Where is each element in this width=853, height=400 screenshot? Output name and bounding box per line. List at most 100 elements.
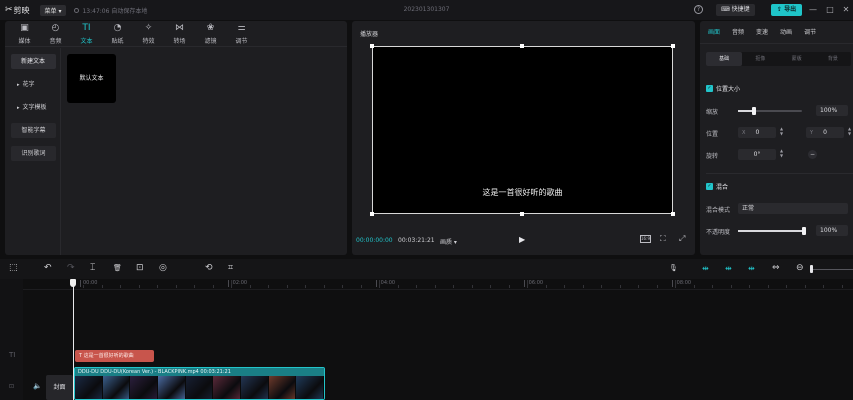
aspect-ratio-icon[interactable]: 16:9	[640, 235, 651, 243]
playhead[interactable]	[73, 279, 74, 400]
playhead-handle[interactable]	[70, 279, 76, 287]
opacity-slider-knob[interactable]	[802, 227, 806, 235]
scale-slider-knob[interactable]	[752, 107, 756, 115]
position-size-checkbox[interactable]: ✓	[706, 85, 713, 92]
video-thumbnail	[130, 376, 159, 399]
tab-sticker[interactable]: ◔ 贴纸	[102, 21, 133, 46]
shortcut-button[interactable]: ⌨ 快捷键	[716, 4, 755, 16]
ruler-minor-tick	[804, 285, 806, 288]
properties-tab[interactable]: 画面	[702, 21, 726, 43]
ruler-minor-tick	[249, 285, 251, 288]
ruler-minor-tick	[416, 285, 417, 288]
tab-media[interactable]: ▣ 媒体	[9, 21, 40, 46]
sidebar-item[interactable]: 识别歌词	[11, 146, 56, 161]
redo-icon[interactable]: ↷	[67, 263, 75, 274]
cover-button[interactable]: 封面	[46, 375, 73, 400]
tab-text[interactable]: TI 文本	[71, 21, 102, 46]
play-icon[interactable]: ▶	[519, 235, 525, 244]
undo-icon[interactable]: ↶	[44, 263, 52, 274]
help-icon[interactable]: ?	[694, 5, 703, 14]
close-icon[interactable]: ✕	[841, 4, 851, 16]
rotate-input[interactable]: 0°	[738, 149, 776, 160]
scale-slider[interactable]	[738, 107, 802, 115]
preview-canvas[interactable]: 这是一首很好听的歌曲	[370, 44, 675, 216]
text-clip-label: 这是一首很好听的歌曲	[83, 353, 134, 359]
resize-handle[interactable]	[520, 44, 524, 48]
position-y-field[interactable]: Y0	[806, 127, 844, 138]
sidebar-item[interactable]: ▸ 花字	[11, 77, 56, 92]
tab-filter[interactable]: ❀ 滤镜	[195, 21, 226, 46]
subtitle-text[interactable]: 这是一首很好听的歌曲	[373, 187, 672, 198]
expand-icon[interactable]: ⛶	[660, 234, 666, 244]
zoom-slider-knob[interactable]	[810, 265, 813, 273]
tab-adjust[interactable]: ⚌ 调节	[226, 21, 257, 46]
opacity-slider[interactable]	[738, 227, 806, 235]
y-axis-label: Y	[810, 130, 814, 136]
time-ruler[interactable]: 00:00 |02:00 |04:00 |06:00 |08:00	[23, 279, 853, 290]
sidebar-item-label: 识别歌词	[21, 150, 46, 157]
tab-label: 转场	[173, 37, 186, 45]
properties-subtab[interactable]: 抠像	[742, 52, 778, 66]
logo-icon: ✂	[5, 5, 12, 15]
default-text-preset[interactable]: 默认文本	[67, 54, 116, 103]
crop-icon[interactable]: ⌗	[228, 263, 233, 274]
zoom-out-icon[interactable]: ⊖	[796, 263, 804, 274]
properties-tabs: 画面 音频 变速 动画 调节	[700, 21, 853, 44]
quality-dropdown[interactable]: 画质 ▾	[440, 237, 457, 246]
menu-button[interactable]: 菜单 ▾	[39, 4, 67, 16]
freeze-frame-icon[interactable]: ⊡	[136, 263, 144, 274]
properties-tab[interactable]: 动画	[774, 21, 798, 43]
sidebar-item[interactable]: ▸ 文字模板	[11, 100, 56, 115]
zoom-slider[interactable]	[812, 269, 853, 270]
auto-snap-icon[interactable]: ⇹	[725, 263, 732, 274]
track-mute-icon[interactable]: 🔈	[33, 382, 42, 390]
sidebar-item[interactable]: 新建文本	[11, 54, 56, 69]
text-clip[interactable]: T 这是一首很好听的歌曲	[75, 350, 154, 362]
blend-checkbox[interactable]: ✓	[706, 183, 713, 190]
split-icon[interactable]: ⌶	[90, 263, 95, 274]
player-title: 播放器	[360, 31, 379, 38]
blend-section[interactable]: ✓ 混合	[706, 182, 728, 191]
x-stepper-down[interactable]: ▼	[780, 132, 785, 136]
reverse-icon[interactable]: ◎	[159, 263, 167, 274]
export-button[interactable]: ⇪ 导出	[771, 4, 803, 16]
position-size-section[interactable]: ✓ 位置大小	[706, 84, 740, 93]
maximize-icon[interactable]: □	[825, 4, 835, 16]
minimize-icon[interactable]: —	[808, 4, 818, 16]
fullscreen-icon[interactable]: ⤢	[679, 234, 685, 244]
y-value: 0	[823, 129, 827, 136]
x-axis-label: X	[742, 130, 746, 136]
blend-mode-select[interactable]: 正常	[738, 203, 848, 214]
resize-handle[interactable]	[671, 212, 675, 216]
scale-input[interactable]: 100%	[816, 105, 848, 116]
tab-effects[interactable]: ✧ 特效	[133, 21, 164, 46]
rotate-reset-icon[interactable]: −	[808, 150, 817, 159]
tab-audio[interactable]: ◴ 音频	[40, 21, 71, 46]
linkage-icon[interactable]: ⇹	[748, 263, 755, 274]
properties-tab[interactable]: 音频	[726, 21, 750, 43]
ruler-minor-tick	[434, 285, 436, 288]
video-clip[interactable]: DDU-DU DDU-DU(Korean Ver.) - BLACKPINK.m…	[74, 367, 325, 400]
resize-handle[interactable]	[370, 44, 374, 48]
video-track-icon: ⊡	[9, 383, 15, 390]
resize-handle[interactable]	[520, 212, 524, 216]
properties-subtab[interactable]: 背景	[815, 52, 851, 66]
mirror-icon[interactable]: ⟲	[205, 263, 213, 274]
delete-icon[interactable]: 🗑	[113, 263, 122, 274]
opacity-input[interactable]: 100%	[816, 225, 848, 236]
properties-tab[interactable]: 调节	[798, 21, 822, 43]
properties-subtab[interactable]: 蒙版	[779, 52, 815, 66]
properties-tab[interactable]: 变速	[750, 21, 774, 43]
main-track-magnet-icon[interactable]: ⇹	[702, 263, 709, 274]
sidebar-item[interactable]: 智能字幕	[11, 123, 56, 138]
tab-transition[interactable]: ⋈ 转场	[164, 21, 195, 46]
select-tool-icon[interactable]: ⬚	[9, 263, 18, 274]
properties-subtab[interactable]: 基础	[706, 52, 743, 66]
position-x-field[interactable]: X0	[738, 127, 776, 138]
y-stepper-down[interactable]: ▼	[848, 132, 853, 136]
rotate-stepper-down[interactable]: ▼	[780, 154, 785, 158]
align-icon[interactable]: ⇔	[772, 263, 780, 274]
microphone-icon[interactable]: 🎙	[669, 263, 678, 274]
resize-handle[interactable]	[671, 44, 675, 48]
resize-handle[interactable]	[370, 212, 374, 216]
